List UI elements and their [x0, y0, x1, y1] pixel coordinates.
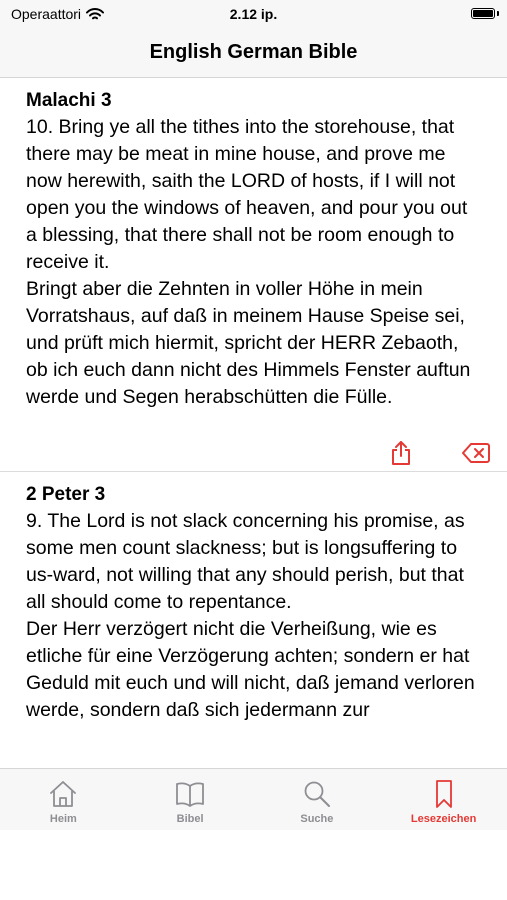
verse-reference: 2 Peter 3: [26, 484, 106, 505]
status-time: 2.12 ip.: [229, 6, 278, 22]
verse-text-german: Bringt aber die Zehnten in voller Höhe i…: [26, 278, 471, 408]
share-icon[interactable]: [389, 440, 413, 466]
battery-icon: [471, 8, 495, 19]
bookmark-card: 2 Peter 3 9. The Lord is not slack conce…: [0, 472, 507, 724]
tab-home[interactable]: Heim: [0, 769, 127, 830]
verse-text-english: 9. The Lord is not slack concerning his …: [26, 510, 465, 613]
tab-search[interactable]: Suche: [254, 769, 381, 830]
tab-label: Bibel: [176, 813, 204, 825]
search-icon: [304, 781, 330, 807]
bookmark-card: Malachi 3 10. Bring ye all the tithes in…: [0, 78, 507, 471]
tab-label: Lesezeichen: [410, 813, 477, 825]
tab-bible[interactable]: Bibel: [127, 769, 254, 830]
delete-icon[interactable]: [462, 442, 490, 464]
tab-label: Suche: [300, 813, 334, 825]
tab-bookmarks[interactable]: Lesezeichen: [380, 769, 507, 830]
navigation-bar: English German Bible: [0, 30, 507, 78]
bookmark-icon: [435, 780, 452, 808]
verse-text-english: 10. Bring ye all the tithes into the sto…: [26, 116, 468, 273]
home-icon: [50, 781, 77, 807]
page-title: English German Bible: [149, 41, 358, 63]
status-bar: Operaattori 2.12 ip.: [0, 0, 507, 30]
bookmark-list[interactable]: Malachi 3 10. Bring ye all the tithes in…: [0, 78, 507, 768]
battery-tip: [497, 11, 499, 16]
book-icon: [176, 782, 205, 807]
tab-bar: Heim Bibel Suche Lesezeichen: [0, 768, 507, 830]
verse-text-german: Der Herr verzögert nicht die Verheißung,…: [26, 618, 475, 721]
verse-reference: Malachi 3: [26, 90, 112, 111]
tab-label: Heim: [49, 813, 77, 825]
card-actions: [26, 411, 490, 471]
